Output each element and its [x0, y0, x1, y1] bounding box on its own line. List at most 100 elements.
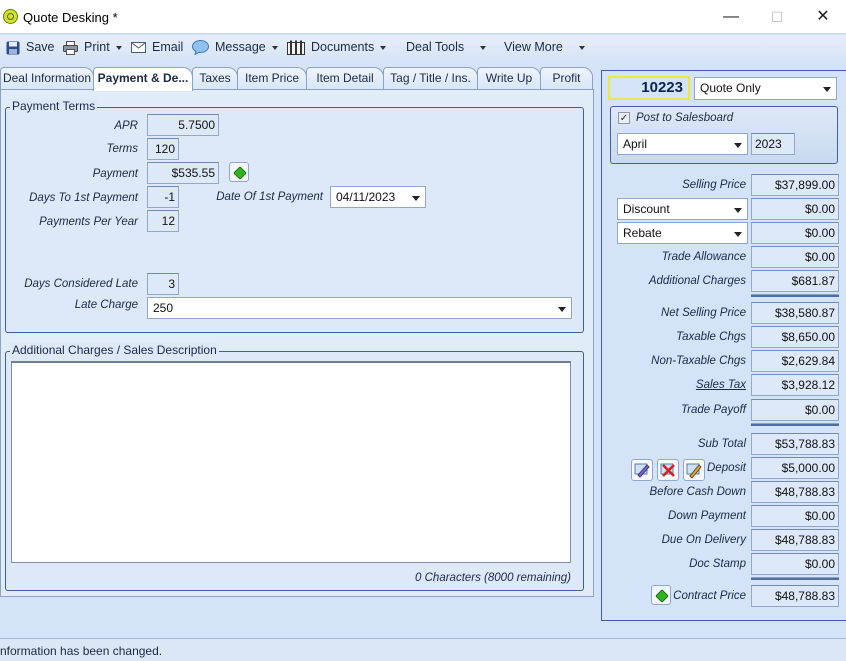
chevron-down-icon: [734, 232, 742, 237]
discount-field[interactable]: $0.00: [751, 198, 839, 220]
maximize-button[interactable]: ☐: [754, 4, 800, 30]
selling-price-label: Selling Price: [682, 179, 746, 191]
taxable-charges-field[interactable]: $8,650.00: [751, 326, 839, 348]
trade-payoff-label: Trade Payoff: [681, 404, 746, 416]
net-selling-price-field[interactable]: $38,580.87: [751, 302, 839, 324]
days-to-first-payment-field[interactable]: -1: [147, 186, 179, 208]
date-of-first-payment-value: 04/11/2023: [336, 190, 396, 204]
chevron-down-icon: [578, 45, 585, 50]
due-on-delivery-field[interactable]: $48,788.83: [751, 529, 839, 551]
contract-price-field[interactable]: $48,788.83: [751, 585, 839, 607]
trade-allowance-label: Trade Allowance: [661, 251, 746, 263]
year-field[interactable]: 2023: [751, 133, 795, 155]
documents-label: Documents: [311, 40, 375, 54]
apr-label: APR: [114, 120, 138, 132]
deal-tools-menu[interactable]: Deal Tools: [406, 40, 487, 54]
terms-label: Terms: [106, 143, 138, 155]
days-to-first-payment-label: Days To 1st Payment: [29, 192, 138, 204]
before-cash-down-field[interactable]: $48,788.83: [751, 481, 839, 503]
discount-label: Discount: [623, 202, 670, 216]
late-charge-label: Late Charge: [74, 299, 138, 311]
deposit-label: Deposit: [707, 462, 746, 474]
days-considered-late-field[interactable]: 3: [147, 273, 179, 295]
chevron-down-icon: [480, 45, 487, 50]
rebate-field[interactable]: $0.00: [751, 222, 839, 244]
tab-taxes[interactable]: Taxes: [192, 67, 238, 89]
chevron-down-icon: [380, 45, 387, 50]
terms-field[interactable]: 120: [147, 138, 179, 160]
additional-charges-label: Additional Charges: [648, 275, 746, 287]
character-count: 0 Characters (8000 remaining): [415, 572, 571, 584]
deal-number: 10223: [608, 76, 690, 100]
divider: [751, 294, 839, 297]
sales-tax-field[interactable]: $3,928.12: [751, 374, 839, 396]
trade-allowance-field[interactable]: $0.00: [751, 246, 839, 268]
calculate-payment-button[interactable]: [229, 162, 249, 182]
tab-item-price[interactable]: Item Price: [237, 67, 307, 89]
rebate-label: Rebate: [623, 226, 662, 240]
date-of-first-payment-picker[interactable]: 04/11/2023: [330, 186, 426, 208]
due-on-delivery-label: Due On Delivery: [661, 534, 746, 546]
app-logo-icon: [3, 9, 18, 24]
non-taxable-charges-label: Non-Taxable Chgs: [651, 355, 746, 367]
sales-description-textarea[interactable]: [11, 361, 571, 563]
view-more-menu[interactable]: View More: [504, 40, 585, 54]
status-message: nformation has been changed.: [0, 644, 163, 658]
trade-payoff-field[interactable]: $0.00: [751, 399, 839, 421]
floppy-disk-icon: [6, 41, 20, 55]
binder-icon: [287, 40, 305, 56]
message-button[interactable]: Message: [192, 40, 278, 56]
post-to-salesboard-checkbox[interactable]: ✓: [618, 112, 630, 124]
email-button[interactable]: Email: [131, 40, 183, 54]
selling-price-field[interactable]: $37,899.00: [751, 174, 839, 196]
sub-total-field[interactable]: $53,788.83: [751, 433, 839, 455]
deal-tools-label: Deal Tools: [406, 40, 465, 54]
month-select[interactable]: April: [617, 133, 748, 155]
deposit-field[interactable]: $5,000.00: [751, 457, 839, 479]
sales-tax-link[interactable]: Sales Tax: [612, 379, 746, 391]
speech-bubble-icon: [192, 40, 209, 56]
doc-stamp-field[interactable]: $0.00: [751, 553, 839, 575]
save-button[interactable]: Save: [6, 40, 55, 55]
post-to-salesboard-label: Post to Salesboard: [636, 112, 734, 124]
doc-stamp-label: Doc Stamp: [689, 558, 746, 570]
payment-field[interactable]: $535.55: [147, 162, 219, 184]
chevron-down-icon: [558, 307, 566, 312]
tab-payment-details[interactable]: Payment & De...: [93, 67, 193, 91]
add-deposit-button[interactable]: [683, 459, 705, 481]
chevron-down-icon: [823, 87, 831, 92]
envelope-icon: [131, 42, 146, 54]
email-label: Email: [152, 40, 184, 54]
print-button[interactable]: Print: [63, 40, 122, 55]
tab-tag-title-ins[interactable]: Tag / Title / Ins.: [383, 67, 478, 89]
chevron-down-icon: [271, 45, 278, 50]
toolbar: Save Print Email Message Documents Deal …: [0, 35, 846, 62]
payments-per-year-label: Payments Per Year: [39, 216, 138, 228]
minimize-button[interactable]: —: [708, 4, 754, 30]
payment-terms-title: Payment Terms: [10, 99, 98, 113]
title-bar: Quote Desking * — ☐ ✕: [0, 0, 846, 34]
tab-profit[interactable]: Profit: [540, 67, 593, 89]
edit-deposit-button[interactable]: [631, 459, 653, 481]
payments-per-year-field[interactable]: 12: [147, 210, 179, 232]
delete-deposit-button[interactable]: [657, 459, 679, 481]
non-taxable-charges-field[interactable]: $2,629.84: [751, 350, 839, 372]
tab-deal-information[interactable]: Deal Information: [0, 67, 94, 89]
discount-select[interactable]: Discount: [617, 198, 748, 220]
documents-button[interactable]: Documents: [287, 40, 387, 56]
rebate-select[interactable]: Rebate: [617, 222, 748, 244]
quote-type-value: Quote Only: [700, 81, 761, 95]
apr-field[interactable]: 5.7500: [147, 114, 219, 136]
additional-charges-field[interactable]: $681.87: [751, 270, 839, 292]
tab-item-detail[interactable]: Item Detail: [306, 67, 384, 89]
close-button[interactable]: ✕: [800, 4, 846, 30]
save-label: Save: [26, 40, 55, 54]
tab-strip: Deal Information Payment & De... Taxes I…: [0, 67, 594, 91]
late-charge-select[interactable]: 250: [147, 297, 572, 319]
delete-icon: [660, 463, 675, 477]
late-charge-value: 250: [153, 301, 174, 315]
down-payment-field[interactable]: $0.00: [751, 505, 839, 527]
quote-type-select[interactable]: Quote Only: [694, 77, 837, 100]
tab-write-up[interactable]: Write Up: [477, 67, 541, 89]
message-label: Message: [215, 40, 266, 54]
